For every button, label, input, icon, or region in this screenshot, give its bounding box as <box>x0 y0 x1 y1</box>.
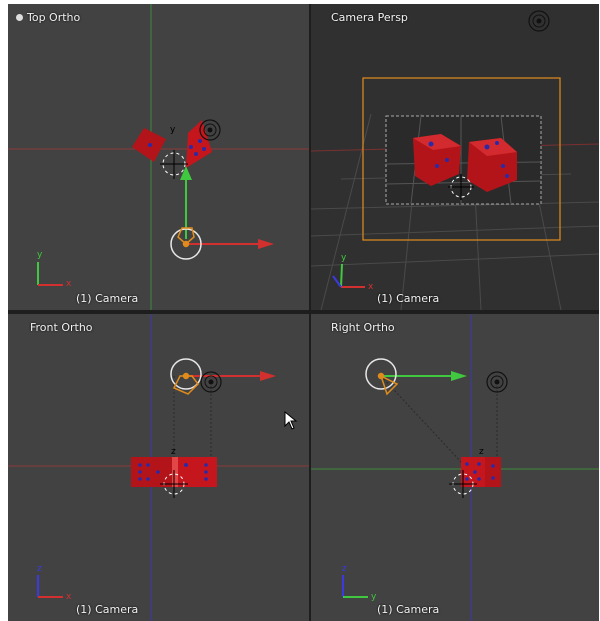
object-axis-label-z: z <box>479 447 484 457</box>
viewport-camera-persp[interactable]: y x Camera Persp (1) Camera <box>311 4 599 310</box>
axis-label-y: y <box>341 253 347 263</box>
viewport-top-ortho[interactable]: y x y Top Ortho (1) Camera <box>8 4 309 310</box>
front-ortho-scene: z x z <box>8 314 309 621</box>
blender-editor: y x y Top Ortho (1) Camera y x Camera Pe… <box>8 4 599 621</box>
view-axes-gizmo <box>37 262 63 286</box>
lamp-icon[interactable] <box>486 371 508 393</box>
axis-label-x: x <box>368 282 374 292</box>
lamp-icon[interactable] <box>528 10 550 32</box>
top-ortho-scene: y x y <box>8 4 309 310</box>
viewport-menu-icon[interactable] <box>16 14 23 21</box>
view-axes-gizmo <box>342 575 368 598</box>
view-axes-gizmo <box>332 263 365 288</box>
axis-label-y: y <box>371 592 377 602</box>
viewport-front-ortho[interactable]: z x z Front Ortho (1) Camera <box>8 314 309 621</box>
viewport-object-label: (1) Camera <box>76 603 139 616</box>
object-axis-label-z: z <box>171 447 176 457</box>
axis-label-z: z <box>342 564 347 574</box>
mouse-cursor-icon <box>284 411 298 430</box>
axis-label-z: z <box>37 564 42 574</box>
axis-label-x: x <box>66 592 72 602</box>
viewport-title[interactable]: Top Ortho <box>16 11 80 24</box>
viewport-right-ortho[interactable]: z y z Right Ortho (1) Camera <box>311 314 599 621</box>
view-axes-gizmo <box>37 575 63 598</box>
viewport-object-label: (1) Camera <box>377 292 440 305</box>
viewport-object-label: (1) Camera <box>76 292 139 305</box>
viewport-title[interactable]: Camera Persp <box>331 11 408 24</box>
render-border[interactable] <box>385 115 542 205</box>
camera-persp-scene: y x <box>311 10 599 310</box>
axis-label-x: x <box>66 279 72 289</box>
object-axis-label-y: y <box>170 125 176 135</box>
viewport-title[interactable]: Front Ortho <box>30 321 93 334</box>
axis-label-y: y <box>37 250 43 260</box>
die[interactable] <box>461 457 501 487</box>
viewport-object-label: (1) Camera <box>377 603 440 616</box>
right-ortho-scene: z y z <box>311 314 599 621</box>
viewport-title[interactable]: Right Ortho <box>331 321 395 334</box>
